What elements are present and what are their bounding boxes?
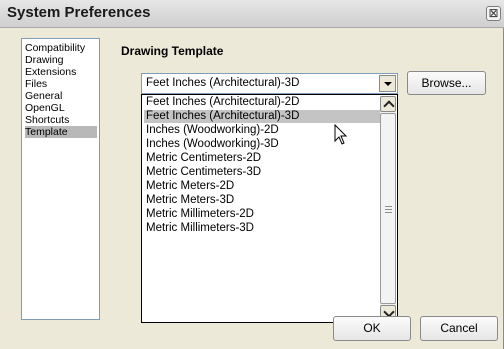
mouse-pointer-icon <box>334 124 348 145</box>
dropdown-scrollbar[interactable] <box>380 96 396 321</box>
template-option-feet-inches-2d[interactable]: Feet Inches (Architectural)-2D <box>144 96 380 109</box>
grip-line <box>385 209 392 210</box>
sidebar-item-opengl[interactable]: OpenGL <box>25 102 97 114</box>
template-option-metric-centimeters-3d[interactable]: Metric Centimeters-3D <box>144 166 380 179</box>
template-option-feet-inches-3d[interactable]: Feet Inches (Architectural)-3D <box>144 110 380 123</box>
sidebar-item-template[interactable]: Template <box>25 126 97 138</box>
grip-line <box>385 206 392 207</box>
sidebar-item-compatibility[interactable]: Compatibility <box>25 42 97 54</box>
ok-button[interactable]: OK <box>333 316 411 341</box>
chevron-down-icon <box>384 82 392 86</box>
grip-line <box>385 212 392 213</box>
template-dropdown-list[interactable]: Feet Inches (Architectural)-2D Feet Inch… <box>141 94 398 323</box>
sidebar-item-shortcuts[interactable]: Shortcuts <box>25 114 97 126</box>
template-select-value: Feet Inches (Architectural)-3D <box>146 77 300 89</box>
template-option-metric-millimeters-2d[interactable]: Metric Millimeters-2D <box>144 208 380 221</box>
sidebar-item-drawing[interactable]: Drawing <box>25 54 97 66</box>
window-title: System Preferences <box>7 4 151 21</box>
sidebar-item-extensions[interactable]: Extensions <box>25 66 97 78</box>
drawing-template-heading: Drawing Template <box>121 44 224 58</box>
chevron-up-icon <box>383 100 395 112</box>
sidebar-item-files[interactable]: Files <box>25 78 97 90</box>
template-option-metric-meters-3d[interactable]: Metric Meters-3D <box>144 194 380 207</box>
cancel-button[interactable]: Cancel <box>420 316 498 341</box>
preferences-category-list[interactable]: Compatibility Drawing Extensions Files G… <box>21 38 100 320</box>
template-option-metric-millimeters-3d[interactable]: Metric Millimeters-3D <box>144 222 380 235</box>
template-select-toggle[interactable] <box>379 75 396 92</box>
title-bar[interactable]: System Preferences ⊠ <box>0 0 504 28</box>
close-button[interactable]: ⊠ <box>486 6 501 21</box>
sidebar-item-general[interactable]: General <box>25 90 97 102</box>
scroll-thumb[interactable] <box>380 113 396 304</box>
scroll-up-button[interactable] <box>380 96 396 112</box>
preferences-window: System Preferences ⊠ Compatibility Drawi… <box>0 0 504 349</box>
close-icon: ⊠ <box>488 6 499 20</box>
browse-button[interactable]: Browse... <box>407 71 486 95</box>
template-select[interactable]: Feet Inches (Architectural)-3D <box>141 73 398 94</box>
template-option-metric-meters-2d[interactable]: Metric Meters-2D <box>144 180 380 193</box>
template-option-metric-centimeters-2d[interactable]: Metric Centimeters-2D <box>144 152 380 165</box>
